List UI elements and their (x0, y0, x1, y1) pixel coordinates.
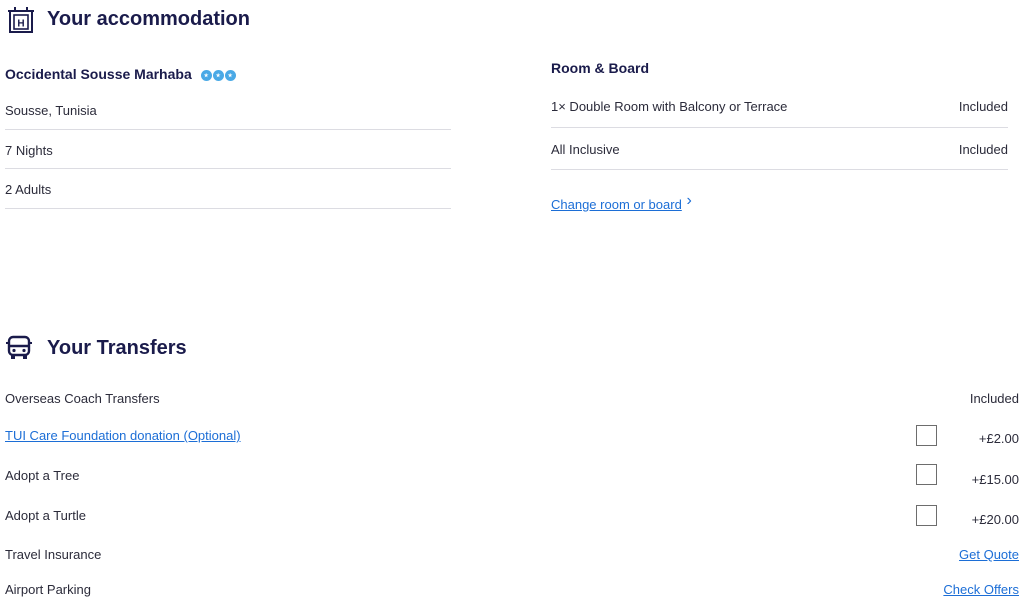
travel-insurance-label: Travel Insurance (5, 547, 102, 562)
board-type-label: All Inclusive (551, 142, 620, 157)
adopt-tree-label: Adopt a Tree (5, 468, 80, 483)
hotel-name: Occidental Sousse Marhaba (5, 66, 192, 82)
overseas-transfers-value: Included (969, 391, 1019, 406)
bus-icon (6, 334, 32, 362)
overseas-transfers-label: Overseas Coach Transfers (5, 391, 160, 406)
tui-care-donation-link[interactable]: TUI Care Foundation donation (Optional) (5, 428, 241, 443)
change-room-board-link[interactable]: Change room or board › (551, 192, 692, 214)
chevron-right-icon: › (686, 192, 692, 209)
airport-parking-label: Airport Parking (5, 582, 91, 597)
destination-text: Sousse, Tunisia (5, 103, 97, 118)
transfers-title: Your Transfers (47, 337, 187, 359)
divider (5, 208, 451, 209)
star-rating (200, 66, 236, 82)
room-board-title: Room & Board (551, 60, 649, 76)
divider (5, 168, 451, 169)
guests-text: 2 Adults (5, 182, 52, 197)
divider (551, 169, 1008, 170)
get-quote-link[interactable]: Get Quote (920, 547, 1019, 562)
nights-text: 7 Nights (5, 143, 53, 158)
accommodation-title: Your accommodation (47, 8, 250, 30)
hotel-icon: H (8, 6, 34, 34)
hotel-name-row: Occidental Sousse Marhaba (5, 66, 236, 82)
star-icon (200, 69, 212, 81)
tui-care-donation-price: +£2.00 (978, 431, 1019, 446)
tui-care-donation-checkbox[interactable] (916, 425, 937, 446)
room-type-label: 1× Double Room with Balcony or Terrace (551, 99, 788, 114)
check-offers-link[interactable]: Check Offers (900, 582, 1019, 597)
board-type-value: Included (958, 142, 1008, 157)
svg-text:H: H (17, 19, 24, 30)
adopt-turtle-price: +£20.00 (971, 512, 1019, 527)
divider (5, 129, 451, 130)
room-type-value: Included (958, 99, 1008, 114)
adopt-tree-checkbox[interactable] (916, 464, 937, 485)
adopt-turtle-checkbox[interactable] (916, 505, 937, 526)
star-icon (224, 69, 236, 81)
adopt-tree-price: +£15.00 (971, 472, 1019, 487)
adopt-turtle-label: Adopt a Turtle (5, 508, 86, 523)
divider (551, 127, 1008, 128)
change-room-board-label[interactable]: Change room or board (551, 197, 682, 212)
star-icon (212, 69, 224, 81)
